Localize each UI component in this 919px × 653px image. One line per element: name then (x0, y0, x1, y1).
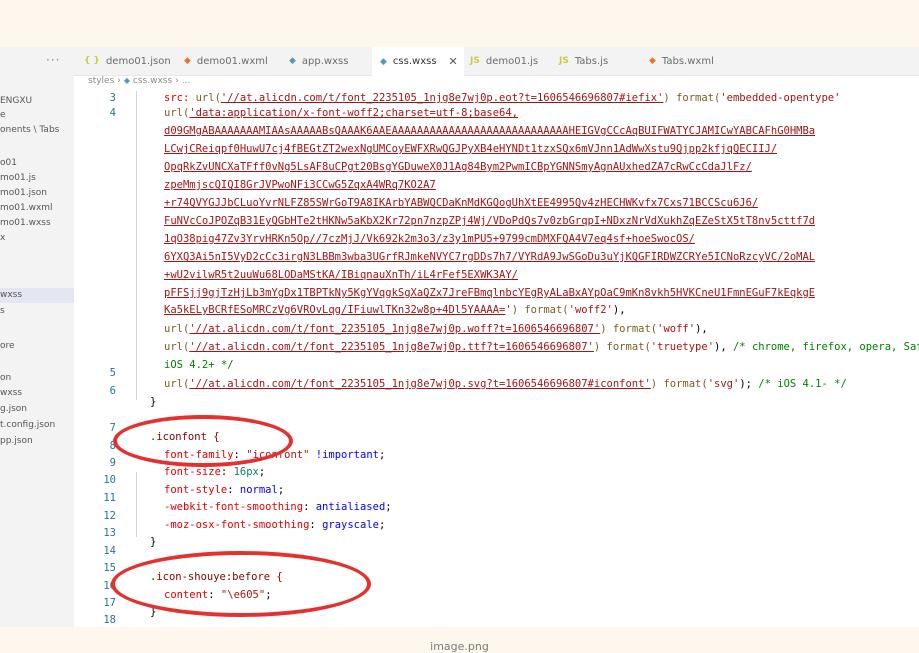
code-editor[interactable]: src: url('//at.alicdn.com/t/font_2235105… (150, 91, 919, 627)
code-line: d09GMgABAAAAAAAMIAAsAAAAABsQAAAK6AAEAAAA… (164, 125, 816, 137)
line-number: 18 (103, 614, 116, 626)
line-number: 9 (109, 457, 116, 469)
explorer-item[interactable]: wxss (0, 387, 74, 399)
line-number: 6 (109, 385, 116, 397)
line-number: 14 (103, 545, 116, 557)
line-number: 15 (103, 562, 116, 574)
explorer-item[interactable]: e (0, 109, 74, 121)
code-line: Ka5kELyBCRfESoMRCzVg6VROvLqg/IFiuwlTKn32… (164, 304, 626, 316)
code-line: } (150, 536, 157, 548)
code-line: src: url('//at.alicdn.com/t/font_2235105… (164, 92, 841, 104)
wxml-file-icon: ◆ (184, 56, 191, 66)
wxss-file-icon: ◆ (123, 76, 131, 85)
breadcrumb-item[interactable]: ... (182, 76, 191, 86)
indent-guide (136, 472, 137, 537)
breadcrumb-item[interactable]: styles (88, 76, 114, 86)
js-file-icon: JS (470, 56, 480, 66)
line-number: 17 (103, 597, 116, 609)
chevron-right-icon: › (117, 76, 121, 86)
explorer-sidebar: ENGXU e onents \ Tabs o01 mo01.js mo01.j… (0, 75, 74, 627)
explorer-item[interactable]: on (0, 372, 74, 384)
code-line: LCwjCReiqpf0HuwU7cj4fBEGtZT2wexNgUMCoyEW… (164, 143, 778, 155)
close-icon[interactable]: ✕ (449, 55, 458, 68)
explorer-item[interactable]: mo01.js (0, 172, 74, 184)
explorer-item[interactable]: o01 (0, 157, 74, 169)
line-number: 16 (103, 580, 116, 592)
line-number: 10 (103, 474, 116, 486)
explorer-item[interactable]: mo01.wxss (0, 217, 74, 229)
wxss-file-icon: ◆ (289, 56, 296, 66)
tab-tabs-js[interactable]: JS Tabs.js (559, 47, 608, 75)
tab-demo01-js[interactable]: JS demo01.js (470, 47, 538, 75)
line-number: 5 (109, 367, 116, 379)
explorer-item[interactable]: x (0, 232, 74, 244)
line-number: 13 (103, 527, 116, 539)
breadcrumb: styles › ◆ css.wxss ›... (88, 76, 190, 90)
line-number-gutter: 3 4 5 6 7 8 9 10 11 12 13 14 15 16 17 18 (74, 91, 120, 627)
code-line: OpqRkZvUNCXaTFff0vNg5LsAF8uCPgt20BsgYGDu… (164, 161, 752, 173)
explorer-item-active[interactable]: wxss (0, 288, 74, 303)
tab-label: Tabs.wxml (661, 55, 714, 67)
tab-tabs-wxml[interactable]: ◆ Tabs.wxml (649, 47, 714, 75)
explorer-item[interactable]: ore (0, 340, 74, 352)
explorer-item[interactable]: g.json (0, 403, 74, 415)
code-line: -moz-osx-font-smoothing: grayscale; (164, 519, 386, 531)
line-number: 8 (109, 440, 116, 452)
code-line: font-size: 16px; (164, 466, 266, 478)
tab-demo01-json[interactable]: { } demo01.json (84, 47, 171, 75)
tab-demo01-wxml[interactable]: ◆ demo01.wxml (184, 47, 268, 75)
code-line: 1qO38pig47Zv3YrvHRKn5Op//7czMjJ/Vk692k2m… (164, 233, 696, 245)
line-number: 3 (109, 92, 116, 104)
code-line: font-style: normal; (164, 484, 285, 496)
code-line: url('//at.alicdn.com/t/font_2235105_1njg… (164, 323, 708, 335)
code-line: +r74QVYGJJbCLuoYvrNLFZ85SWrGoT9A8IKArbYA… (164, 197, 759, 209)
explorer-item[interactable]: s (0, 305, 74, 317)
tab-bar: ··· { } demo01.json ◆ demo01.wxml ◆ app.… (0, 47, 919, 76)
code-line: FuNVcCoJPOZqB31EyQGbHTe2tHKNw5aKbX2Kr72p… (164, 215, 816, 227)
explorer-item[interactable]: onents \ Tabs (0, 124, 74, 136)
breadcrumb-item[interactable]: css.wxss (133, 76, 172, 86)
explorer-item[interactable]: ENGXU (0, 95, 74, 107)
explorer-item[interactable]: pp.json (0, 435, 74, 447)
tab-label: Tabs.js (574, 55, 609, 67)
line-number: 11 (103, 492, 116, 504)
wxml-file-icon: ◆ (649, 56, 656, 66)
code-line: +wU2vilwR5t2uuWu68LODaMStKA/IBiqnauXnTh/… (164, 269, 519, 281)
tab-label: app.wxss (301, 55, 349, 67)
code-line: } (150, 396, 157, 408)
line-number: 7 (109, 422, 116, 434)
tab-css-wxss[interactable]: ◆ css.wxss ✕ (372, 47, 464, 76)
explorer-item[interactable]: mo01.wxml (0, 202, 74, 214)
line-number: 4 (109, 107, 116, 119)
tab-app-wxss[interactable]: ◆ app.wxss (289, 47, 348, 75)
code-line: 6YXQ3Ai5nI5VyD2cCc3irgN3LBBm3wba3UGrfRJm… (164, 251, 816, 263)
chevron-right-icon: › (175, 76, 179, 86)
annotation-ellipse (111, 551, 371, 617)
code-line: url('//at.alicdn.com/t/font_2235105_1njg… (164, 341, 919, 353)
code-line: pFFSjj9gjTzHjLb3mYgDx1TBPTkNy5KgYVqgkSgX… (164, 287, 816, 299)
code-line: -webkit-font-smoothing: antialiased; (164, 501, 392, 513)
indent-guide (136, 91, 137, 400)
wxss-file-icon: ◆ (380, 56, 387, 67)
explorer-item[interactable]: t.config.json (0, 419, 74, 431)
code-line: url('//at.alicdn.com/t/font_2235105_1njg… (164, 378, 847, 390)
js-file-icon: JS (559, 56, 569, 66)
code-line: url('data:application/x-font-woff2;chars… (164, 107, 519, 119)
line-number: 12 (103, 510, 116, 522)
tab-label: demo01.js (485, 55, 539, 67)
explorer-item[interactable]: mo01.json (0, 187, 74, 199)
editor-screenshot: ··· { } demo01.json ◆ demo01.wxml ◆ app.… (0, 47, 919, 627)
annotation-ellipse (113, 415, 293, 467)
image-caption: image.png (430, 640, 489, 653)
code-line: zpeMmjscQIQI8GrJVPwoNFi3CCwG5ZqxA4WRq7KO… (164, 179, 436, 191)
tab-label: css.wxss (392, 56, 437, 67)
tab-label: demo01.json (105, 55, 171, 67)
tab-label: demo01.wxml (196, 55, 268, 67)
json-file-icon: { } (84, 56, 100, 66)
more-icon[interactable]: ··· (46, 53, 60, 67)
code-line: iOS 4.2+ */ (164, 359, 234, 371)
